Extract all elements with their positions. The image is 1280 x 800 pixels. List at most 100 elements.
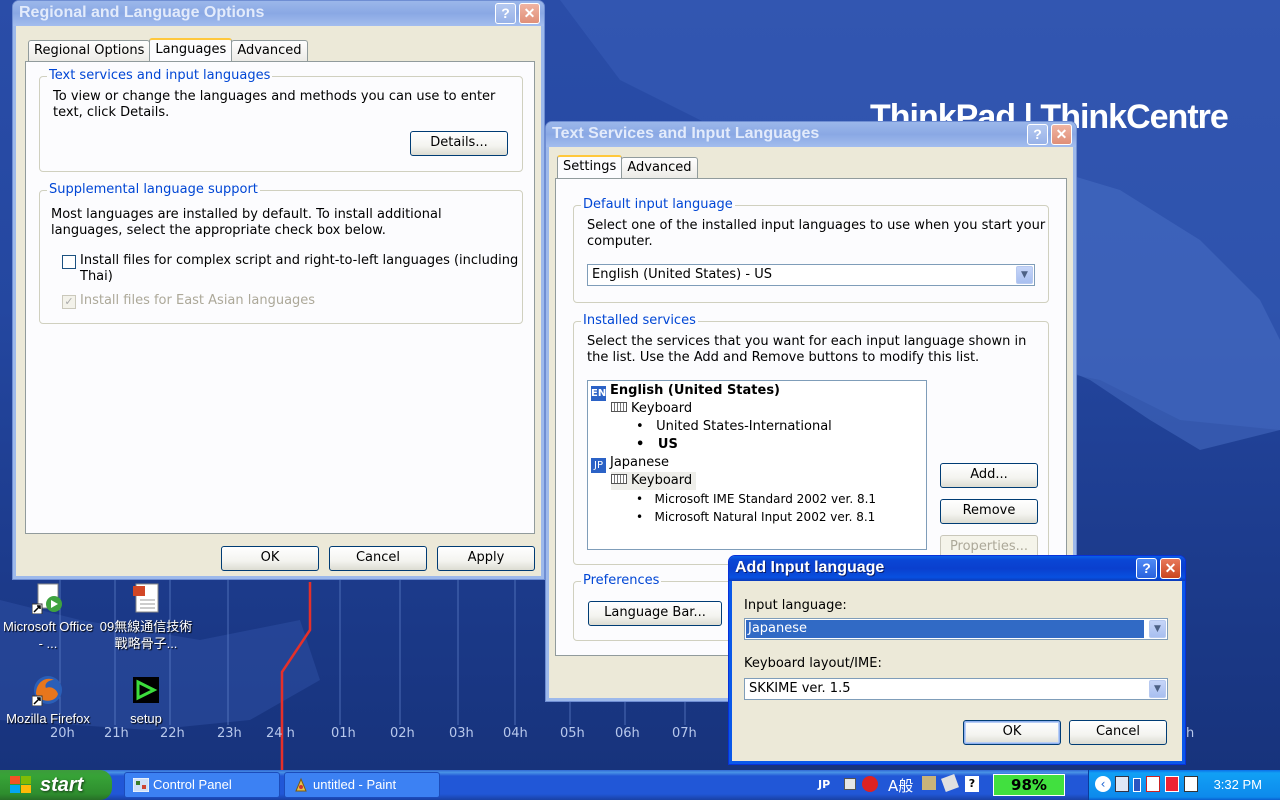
alert-tray-icon[interactable] <box>1165 776 1179 792</box>
chevron-down-icon[interactable]: ▼ <box>1016 266 1033 284</box>
chevron-left-icon[interactable]: ‹ <box>1095 776 1111 792</box>
default-input-language-group: Default input language Select one of the… <box>573 197 1049 303</box>
languages-panel: Text services and input languages To vie… <box>25 61 535 534</box>
security-tray-icon[interactable] <box>1146 776 1160 792</box>
tab-languages[interactable]: Languages <box>149 38 233 61</box>
taskbar: start Control Panel untitled - Paint JP … <box>0 770 1280 800</box>
tab-advanced[interactable]: Advanced <box>621 157 698 178</box>
title-bar[interactable]: Text Services and Input Languages ? ✕ <box>546 122 1076 147</box>
default-lang-description: Select one of the installed input langua… <box>587 218 1046 249</box>
details-button[interactable]: Details... <box>410 131 508 156</box>
installed-services-tree[interactable]: EN English (United States) Keyboard • Uni… <box>587 380 927 550</box>
add-input-language-dialog: Add Input language ? ✕ Input language: J… <box>728 555 1186 765</box>
tab-settings[interactable]: Settings <box>557 155 623 178</box>
taskbar-item-paint[interactable]: untitled - Paint <box>284 772 440 798</box>
tab-strip: Settings Advanced <box>557 155 698 178</box>
tree-item-keyboard[interactable]: Keyboard <box>611 400 692 418</box>
ime-mode-indicator[interactable]: A般 <box>888 775 913 796</box>
timezone-label: 07h <box>672 726 697 741</box>
chevron-down-icon[interactable]: ▼ <box>1149 680 1166 698</box>
clock[interactable]: 3:32 PM <box>1214 777 1262 792</box>
tree-label: Keyboard <box>631 401 693 416</box>
timezone-label: 21h <box>104 726 129 741</box>
close-icon[interactable]: ✕ <box>1051 124 1072 145</box>
help-icon[interactable]: ? <box>1027 124 1048 145</box>
tree-label: English (United States) <box>610 383 781 398</box>
group-title: Installed services <box>581 313 698 328</box>
tree-item-english[interactable]: EN English (United States) <box>591 382 780 401</box>
tree-item-service[interactable]: • Microsoft IME Standard 2002 ver. 8.1 <box>636 490 876 508</box>
help-icon[interactable]: ? <box>495 3 516 24</box>
battery-gauge[interactable]: 98% <box>993 774 1065 796</box>
language-bar-button[interactable]: Language Bar... <box>588 601 722 626</box>
ok-button[interactable]: OK <box>221 546 319 571</box>
window-title: Text Services and Input Languages <box>552 125 820 142</box>
desktop-icon-setup[interactable]: setup <box>98 674 194 727</box>
document-icon <box>130 582 162 614</box>
regional-language-window: Regional and Language Options ? ✕ Region… <box>12 0 545 580</box>
select-value: Japanese <box>746 620 1144 638</box>
desktop-icon-label: 09無線通信技術戰略骨子... <box>99 619 193 651</box>
input-language-select[interactable]: Japanese ▼ <box>744 618 1168 640</box>
timezone-label: 23h <box>217 726 242 741</box>
timezone-label: h <box>1186 726 1195 741</box>
system-tray: ‹ 3:32 PM <box>1088 770 1280 800</box>
east-asian-checkbox[interactable]: ✓ <box>62 295 76 309</box>
tab-regional-options[interactable]: Regional Options <box>28 40 151 61</box>
tree-label: Microsoft Natural Input 2002 ver. 8.1 <box>654 510 876 524</box>
tree-item-service[interactable]: • United States-International <box>636 418 832 436</box>
keyboard-layout-select[interactable]: SKKIME ver. 1.5 ▼ <box>744 678 1168 700</box>
office-shortcut-icon <box>31 582 64 615</box>
text-services-description: To view or change the languages and meth… <box>53 89 496 120</box>
tree-label: Microsoft IME Standard 2002 ver. 8.1 <box>654 492 877 506</box>
desktop-icon-firefox[interactable]: Mozilla Firefox <box>0 674 96 727</box>
text-services-group: Text services and input languages To vie… <box>39 68 523 172</box>
default-language-select[interactable]: English (United States) - US ▼ <box>587 264 1035 286</box>
select-value: SKKIME ver. 1.5 <box>749 681 851 696</box>
desktop-icon-document[interactable]: 09無線通信技術戰略骨子... <box>98 582 194 652</box>
ime-pad-icon[interactable] <box>922 776 936 790</box>
tree-item-japanese[interactable]: JP Japanese <box>591 454 669 473</box>
add-button[interactable]: Add... <box>940 463 1038 488</box>
desktop-icon-office[interactable]: Microsoft Office - ... <box>0 582 96 652</box>
network-tray-icon[interactable] <box>1115 776 1129 792</box>
ime-help-icon[interactable]: ? <box>965 776 979 792</box>
timezone-label: 01h <box>331 726 356 741</box>
battery-tray-icon[interactable] <box>1133 778 1141 792</box>
timezone-label: 20h <box>50 726 75 741</box>
tab-advanced[interactable]: Advanced <box>231 40 308 61</box>
ok-button[interactable]: OK <box>963 720 1061 745</box>
installed-services-group: Installed services Select the services t… <box>573 313 1049 565</box>
close-icon[interactable]: ✕ <box>519 3 540 24</box>
cancel-button[interactable]: Cancel <box>1069 720 1167 745</box>
close-icon[interactable]: ✕ <box>1160 558 1181 579</box>
keyboard-layout-label: Keyboard layout/IME: <box>744 656 882 671</box>
taskbar-item-control-panel[interactable]: Control Panel <box>124 772 280 798</box>
ime-tool-icon[interactable] <box>941 774 959 792</box>
remove-button[interactable]: Remove <box>940 499 1038 524</box>
help-icon[interactable]: ? <box>1136 558 1157 579</box>
cancel-button[interactable]: Cancel <box>329 546 427 571</box>
timezone-label: 04h <box>503 726 528 741</box>
tree-item-service[interactable]: • US <box>636 436 678 454</box>
tree-label: Japanese <box>610 455 670 470</box>
chevron-down-icon[interactable]: ▼ <box>1149 620 1166 638</box>
title-bar[interactable]: Regional and Language Options ? ✕ <box>13 1 544 26</box>
east-asian-label: Install files for East Asian languages <box>80 293 316 308</box>
apply-button[interactable]: Apply <box>437 546 535 571</box>
tree-label: US <box>657 437 678 452</box>
complex-script-checkbox[interactable] <box>62 255 76 269</box>
ime-tray-icon[interactable] <box>862 776 878 792</box>
en-language-icon: EN <box>591 386 607 401</box>
timezone-label: 05h <box>560 726 585 741</box>
tree-item-keyboard[interactable]: Keyboard <box>611 472 697 490</box>
utility-tray-icon[interactable] <box>1184 776 1198 792</box>
start-button[interactable]: start <box>0 770 112 800</box>
language-indicator[interactable]: JP <box>818 778 830 791</box>
tree-item-service[interactable]: • Microsoft Natural Input 2002 ver. 8.1 <box>636 508 875 526</box>
group-title: Supplemental language support <box>47 182 260 197</box>
desktop-icon-label: Mozilla Firefox <box>6 711 90 726</box>
keyboard-tray-icon[interactable] <box>844 778 856 790</box>
timezone-label: 24 h <box>266 726 295 741</box>
title-bar[interactable]: Add Input language ? ✕ <box>729 556 1185 581</box>
